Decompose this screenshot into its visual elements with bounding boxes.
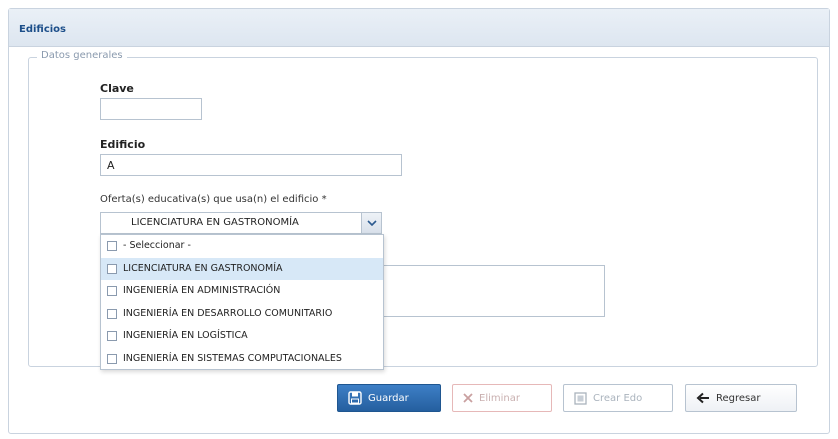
option-label: INGENIERÍA EN ADMINISTRACIÓN [123,285,281,297]
dropdown-option[interactable]: LICENCIATURA EN GASTRONOMÍA [101,257,383,281]
fieldset-legend: Datos generales [37,50,127,61]
delete-button[interactable]: Eliminar [452,384,552,412]
back-button-label: Regresar [716,392,761,404]
clear-button-label: Crear Edo [593,392,643,404]
window-icon [574,391,587,405]
floppy-disk-icon [348,391,362,405]
back-button[interactable]: Regresar [685,384,797,412]
clear-button[interactable]: Crear Edo [563,384,673,412]
checkbox[interactable] [107,263,117,274]
combo-dropdown-button[interactable] [361,213,381,233]
edificio-label: Edificio [100,138,146,151]
chevron-down-icon [367,220,377,226]
option-label: INGENIERÍA EN DESARROLLO COMUNITARIO [123,307,333,319]
checkbox[interactable] [107,331,117,342]
panel-header: Edificios [9,9,829,47]
panel-title: Edificios [19,24,67,35]
option-label: INGENIERÍA EN SISTEMAS COMPUTACIONALES [123,352,342,364]
delete-button-label: Eliminar [479,392,520,404]
checkbox[interactable] [107,308,117,319]
clave-input[interactable] [100,98,202,120]
arrow-left-icon [696,392,710,404]
oferta-selected-value: LICENCIATURA EN GASTRONOMÍA [131,217,299,228]
x-icon [463,393,473,403]
oferta-combo[interactable]: LICENCIATURA EN GASTRONOMÍA [100,212,382,234]
checkbox[interactable] [107,353,117,364]
checkbox[interactable] [107,241,117,251]
dropdown-option[interactable]: INGENIERÍA EN LOGÍSTICA [101,325,383,348]
oferta-dropdown-list: - Seleccionar - LICENCIATURA EN GASTRONO… [100,234,384,370]
clave-label: Clave [100,82,134,95]
dropdown-option[interactable]: INGENIERÍA EN DESARROLLO COMUNITARIO [101,303,383,326]
option-label: INGENIERÍA EN LOGÍSTICA [123,330,248,342]
dropdown-option[interactable]: INGENIERÍA EN SISTEMAS COMPUTACIONALES [101,348,383,371]
option-label: - Seleccionar - [123,240,191,251]
dropdown-option[interactable]: INGENIERÍA EN ADMINISTRACIÓN [101,280,383,303]
edificio-input[interactable]: A [100,154,402,176]
save-button-label: Guardar [368,392,409,404]
save-button[interactable]: Guardar [337,384,441,412]
dropdown-option[interactable]: - Seleccionar - [101,235,383,258]
oferta-label: Oferta(s) educativa(s) que usa(n) el edi… [100,194,327,205]
checkbox[interactable] [107,286,117,297]
option-label: LICENCIATURA EN GASTRONOMÍA [123,262,283,274]
